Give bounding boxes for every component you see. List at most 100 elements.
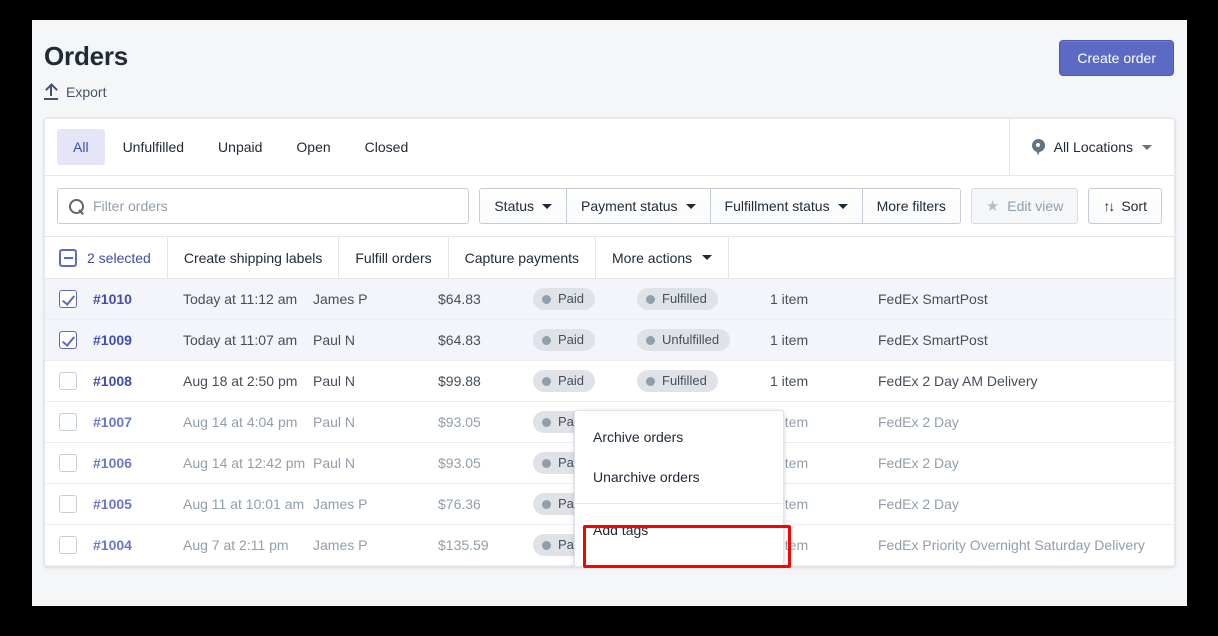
edit-view-button[interactable]: ★ Edit view <box>970 188 1079 224</box>
edit-view-label: Edit view <box>1007 198 1064 214</box>
menu-item-unarchive-orders[interactable]: Unarchive orders <box>575 457 783 497</box>
order-total: $64.83 <box>438 332 481 348</box>
locations-selector[interactable]: All Locations <box>1008 119 1174 176</box>
bulk-actions-row: 2 selected Create shipping labels Fulfil… <box>45 237 1174 279</box>
page-header: Orders Export Create order <box>32 20 1187 100</box>
order-number[interactable]: #1004 <box>93 537 183 553</box>
sort-arrows-icon: ↑↓ <box>1103 198 1115 214</box>
sort-button[interactable]: ↑↓ Sort <box>1088 188 1162 224</box>
row-checkbox-cell[interactable] <box>45 454 93 472</box>
order-customer: Paul N <box>313 373 356 389</box>
order-items: 1 item <box>770 455 809 471</box>
orders-card: All Unfulfilled Unpaid Open Closed All L… <box>44 118 1175 567</box>
payment-status-badge: Paid <box>533 370 637 392</box>
table-row[interactable]: #1008 Aug 18 at 2:50 pm Paul N $99.88 Pa… <box>45 361 1174 402</box>
order-date: Aug 14 at 4:04 pm <box>183 414 298 430</box>
payment-status-filter-button[interactable]: Payment status <box>566 188 711 224</box>
tab-unfulfilled[interactable]: Unfulfilled <box>107 129 200 165</box>
create-shipping-labels-button[interactable]: Create shipping labels <box>168 237 340 278</box>
order-date: Aug 7 at 2:11 pm <box>183 537 289 553</box>
menu-item-remove-tags[interactable]: Remove tags <box>575 550 783 566</box>
tab-unpaid[interactable]: Unpaid <box>202 129 278 165</box>
row-checkbox[interactable] <box>59 454 77 472</box>
order-shipping: FedEx 2 Day AM Delivery <box>878 373 1038 389</box>
fulfill-orders-button[interactable]: Fulfill orders <box>339 237 449 278</box>
row-checkbox[interactable] <box>59 413 77 431</box>
menu-item-add-tags[interactable]: Add tags <box>575 510 783 550</box>
row-checkbox-cell[interactable] <box>45 372 93 390</box>
order-shipping: FedEx SmartPost <box>878 291 988 307</box>
table-row[interactable]: #1010 Today at 11:12 am James P $64.83 P… <box>45 279 1174 320</box>
order-items: 1 item <box>770 414 809 430</box>
order-number[interactable]: #1007 <box>93 414 183 430</box>
export-label: Export <box>66 84 107 100</box>
table-row[interactable]: #1009 Today at 11:07 am Paul N $64.83 Pa… <box>45 320 1174 361</box>
tab-all[interactable]: All <box>57 129 105 165</box>
order-items: 1 item <box>770 496 809 512</box>
more-actions-label: More actions <box>612 249 693 266</box>
row-checkbox[interactable] <box>59 372 77 390</box>
row-checkbox-cell[interactable] <box>45 290 93 308</box>
row-checkbox[interactable] <box>59 495 77 513</box>
status-filter-button[interactable]: Status <box>479 188 568 224</box>
upload-icon <box>44 82 58 100</box>
chevron-down-icon <box>542 203 553 209</box>
tab-open[interactable]: Open <box>280 129 346 165</box>
order-shipping: FedEx SmartPost <box>878 332 988 348</box>
order-number[interactable]: #1006 <box>93 455 183 471</box>
star-icon: ★ <box>985 197 1000 215</box>
search-field[interactable] <box>57 188 470 224</box>
order-number[interactable]: #1005 <box>93 496 183 512</box>
order-number[interactable]: #1009 <box>93 332 183 348</box>
order-number[interactable]: #1008 <box>93 373 183 389</box>
order-total: $93.05 <box>438 455 481 471</box>
order-total: $99.88 <box>438 373 481 389</box>
export-row: Export <box>44 82 1175 100</box>
order-items: 1 item <box>770 537 809 553</box>
select-all-checkbox[interactable] <box>59 248 77 267</box>
order-shipping: FedEx 2 Day <box>878 414 959 430</box>
more-actions-button[interactable]: More actions <box>596 237 730 278</box>
order-date: Aug 11 at 10:01 am <box>183 496 305 512</box>
create-order-button[interactable]: Create order <box>1059 40 1174 76</box>
tab-list: All Unfulfilled Unpaid Open Closed <box>45 129 424 165</box>
order-shipping: FedEx Priority Overnight Saturday Delive… <box>878 537 1145 553</box>
orders-page: Orders Export Create order All Unfulfill… <box>32 20 1187 606</box>
row-checkbox-cell[interactable] <box>45 331 93 349</box>
fulfillment-status-badge: Unfulfilled <box>637 329 770 351</box>
payment-status-badge: Paid <box>533 329 637 351</box>
row-checkbox-cell[interactable] <box>45 536 93 554</box>
row-checkbox[interactable] <box>59 290 77 308</box>
row-checkbox[interactable] <box>59 536 77 554</box>
row-checkbox[interactable] <box>59 331 77 349</box>
export-button[interactable]: Export <box>44 82 107 100</box>
order-items: 1 item <box>770 291 809 307</box>
capture-payments-button[interactable]: Capture payments <box>449 237 597 278</box>
order-customer: James P <box>313 537 368 553</box>
locations-label: All Locations <box>1053 139 1133 155</box>
filter-row: Status Payment status Fulfillment status… <box>45 176 1174 237</box>
order-shipping: FedEx 2 Day <box>878 455 959 471</box>
search-input[interactable] <box>93 198 458 214</box>
order-date: Today at 11:07 am <box>183 332 298 348</box>
order-number[interactable]: #1010 <box>93 291 183 307</box>
chevron-down-icon <box>702 255 713 260</box>
menu-item-archive-orders[interactable]: Archive orders <box>575 417 783 457</box>
payment-status-filter-label: Payment status <box>581 198 678 214</box>
order-shipping: FedEx 2 Day <box>878 496 959 512</box>
selected-count-label: 2 selected <box>87 249 151 266</box>
order-customer: James P <box>313 291 368 307</box>
order-total: $76.36 <box>438 496 481 512</box>
chevron-down-icon <box>685 203 696 209</box>
tab-closed[interactable]: Closed <box>349 129 425 165</box>
select-all-cell[interactable]: 2 selected <box>45 237 168 278</box>
tabs-row: All Unfulfilled Unpaid Open Closed All L… <box>45 119 1174 176</box>
order-date: Aug 14 at 12:42 pm <box>183 455 306 471</box>
page-title: Orders <box>44 41 129 71</box>
row-checkbox-cell[interactable] <box>45 495 93 513</box>
status-filter-label: Status <box>494 198 535 214</box>
row-checkbox-cell[interactable] <box>45 413 93 431</box>
more-filters-button[interactable]: More filters <box>861 188 961 224</box>
fulfillment-status-filter-button[interactable]: Fulfillment status <box>709 188 863 224</box>
order-customer: James P <box>313 496 368 512</box>
